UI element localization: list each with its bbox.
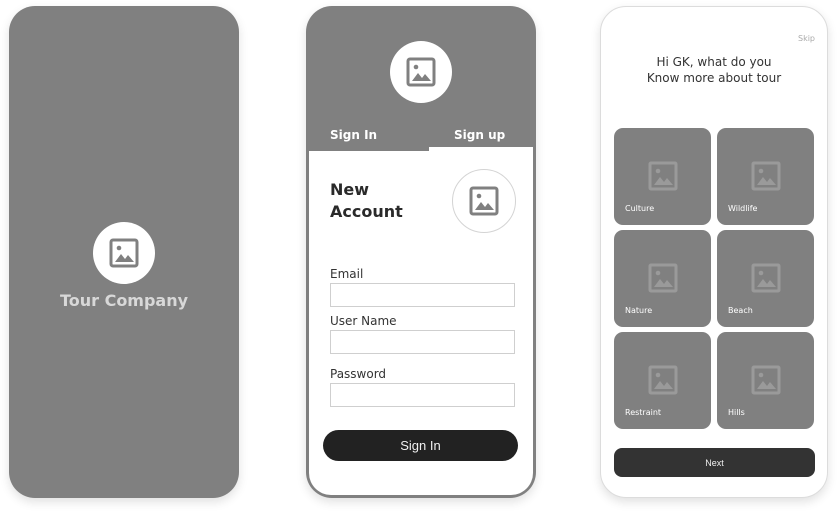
tab-sign-in[interactable]: Sign In [330,128,377,142]
interests-screen: Skip Hi GK, what do you Know more about … [600,6,828,498]
splash-logo [93,222,155,284]
greeting-line-1: Hi GK, what do you [656,55,772,69]
image-placeholder-icon [469,186,499,216]
tile-label: Culture [625,204,655,213]
password-field[interactable] [330,383,515,407]
tile-label: Wildlife [728,204,758,213]
greeting-line-2: Know more about tour [646,71,782,85]
brand-name: Tour Company [59,291,189,310]
username-field[interactable] [330,330,515,354]
tile-label: Restraint [625,408,662,417]
signup-screen: Sign In Sign up New Account Email User N… [306,6,536,498]
tab-sign-up[interactable]: Sign up [454,128,505,142]
interest-tile-beach[interactable]: Beach [717,230,814,327]
image-placeholder-icon [406,57,436,87]
sign-in-button[interactable]: Sign In [323,430,518,461]
image-placeholder-icon [648,161,678,191]
interest-tile-nature[interactable]: Nature [614,230,711,327]
interest-tile-culture[interactable]: Culture [614,128,711,225]
email-field[interactable] [330,283,515,307]
username-label: User Name [330,314,397,328]
splash-screen: Tour Company [9,6,239,498]
image-placeholder-icon [751,161,781,191]
title-line-1: New [330,180,370,199]
image-placeholder-icon [648,263,678,293]
greeting-text: Hi GK, what do you Know more about tour [601,54,827,86]
avatar-upload[interactable] [452,169,516,233]
signup-form-card: New Account Email User Name Password Sig… [309,151,533,495]
interest-tile-restraint[interactable]: Restraint [614,332,711,429]
interest-tile-wildlife[interactable]: Wildlife [717,128,814,225]
interest-tile-hills[interactable]: Hills [717,332,814,429]
image-placeholder-icon [751,365,781,395]
tile-label: Beach [728,306,753,315]
tile-label: Hills [728,408,745,417]
password-label: Password [330,367,387,381]
page-title: New Account [330,179,403,223]
image-placeholder-icon [751,263,781,293]
signup-logo [390,41,452,103]
tile-label: Nature [625,306,653,315]
next-button[interactable]: Next [614,448,815,477]
image-placeholder-icon [109,238,139,268]
skip-link[interactable]: Skip [798,34,815,43]
image-placeholder-icon [648,365,678,395]
title-line-2: Account [330,202,403,221]
email-label: Email [330,267,364,281]
